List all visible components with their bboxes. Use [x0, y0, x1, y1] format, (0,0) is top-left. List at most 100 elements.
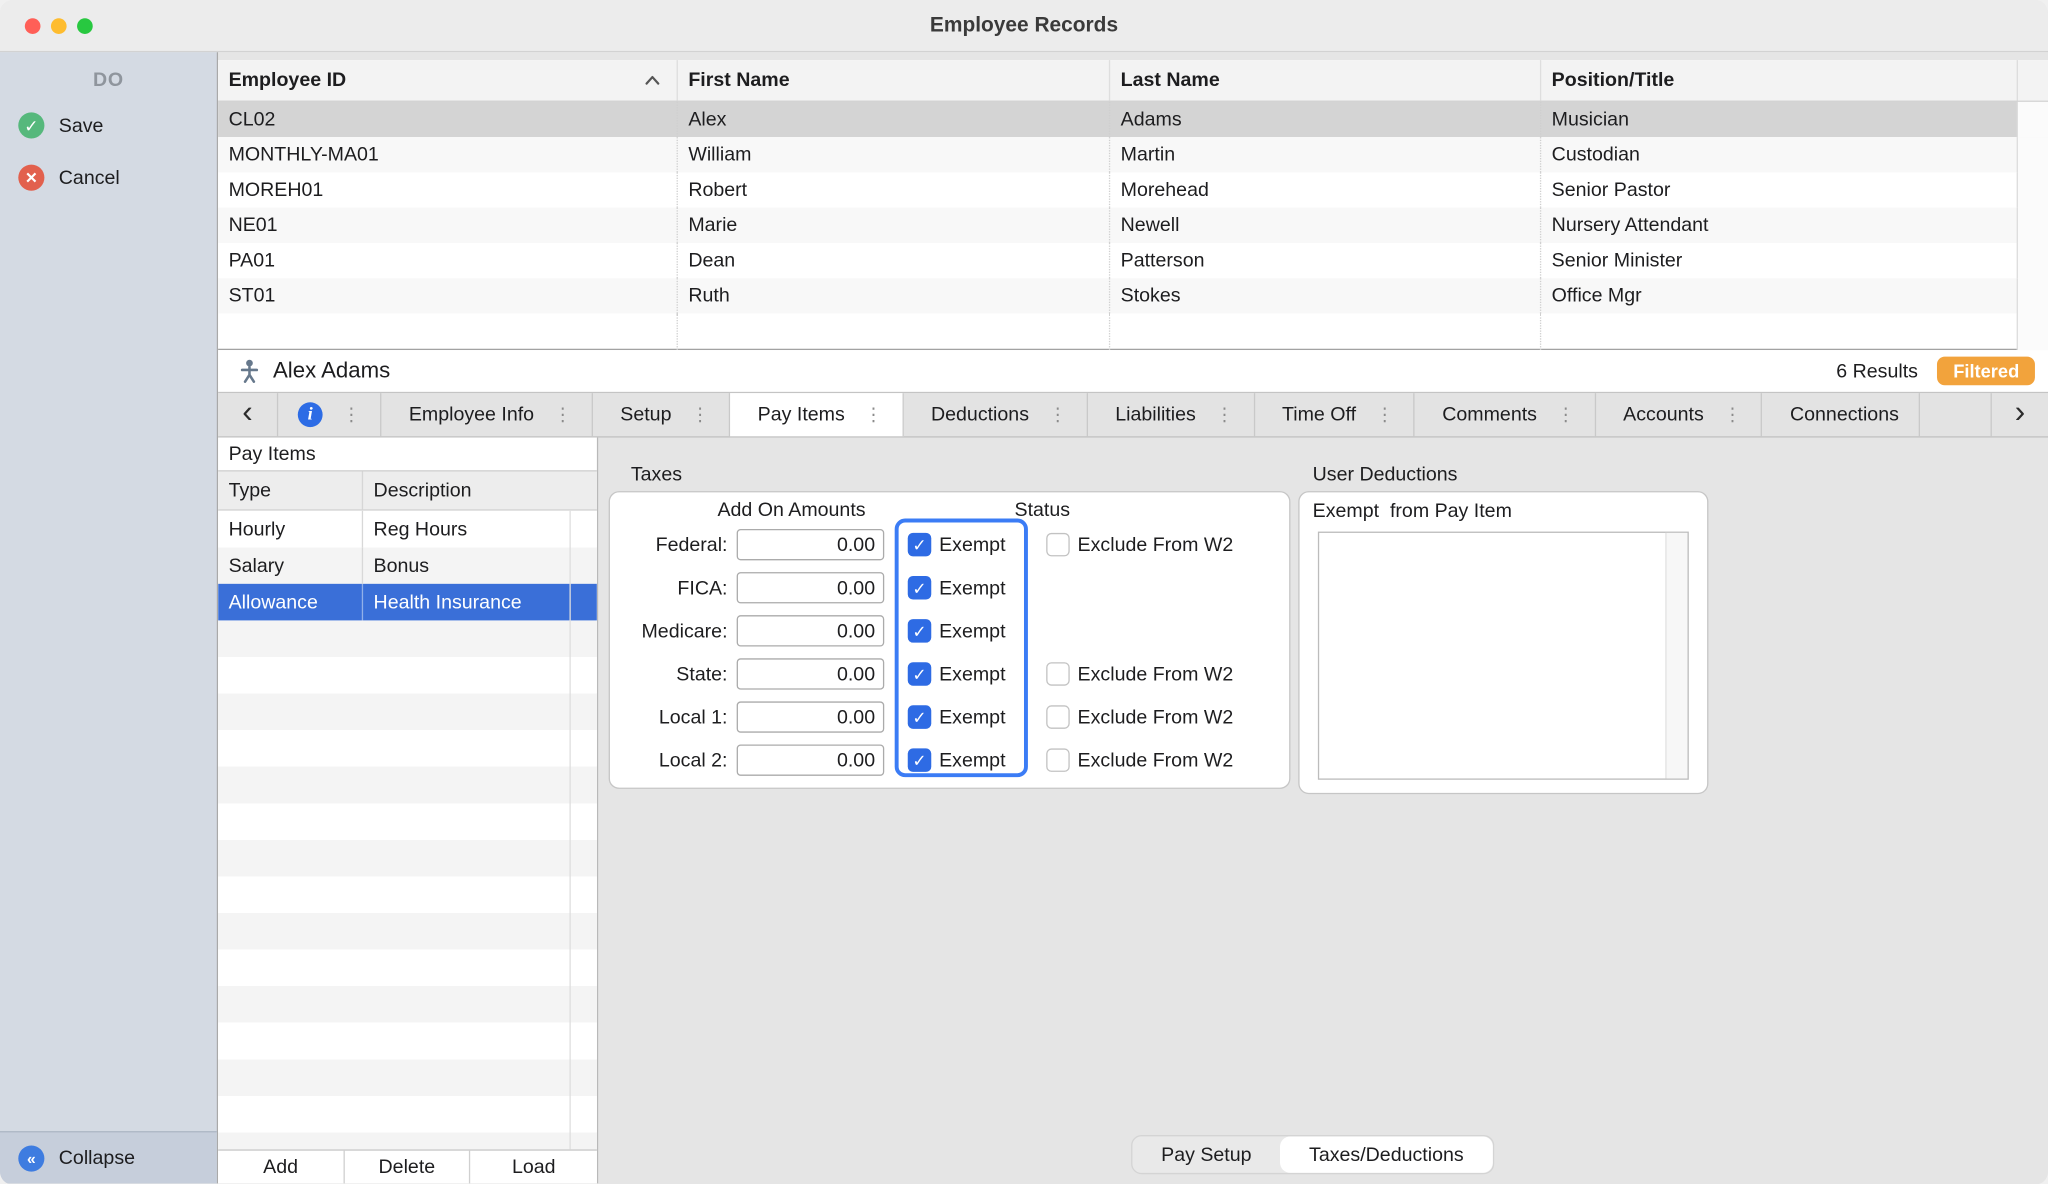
save-button[interactable]: ✓ Save [0, 99, 217, 151]
pay-items-buttons: Add Delete Load [218, 1149, 597, 1184]
minimize-window-button[interactable] [50, 17, 67, 34]
tab-menu-icon[interactable]: ⋮ [691, 404, 709, 426]
bottom-tab-switcher: Pay Setup Taxes/Deductions [1131, 1135, 1494, 1175]
exempt-label: Exempt [939, 534, 1006, 557]
tab-menu-icon[interactable]: ⋮ [554, 404, 572, 426]
tab-setup[interactable]: Setup ⋮ [593, 393, 731, 437]
window-title: Employee Records [929, 13, 1119, 36]
table-row[interactable]: MOREH01 Robert Morehead Senior Pastor [218, 172, 2048, 208]
tab-accounts[interactable]: Accounts ⋮ [1596, 393, 1763, 437]
x-circle-icon: × [18, 164, 45, 191]
cancel-button[interactable]: × Cancel [0, 152, 217, 204]
table-row[interactable]: ST01 Ruth Stokes Office Mgr [218, 278, 2048, 314]
column-header-first-name[interactable]: First Name [678, 60, 1111, 101]
local2-exclude-w2-checkbox[interactable] [1046, 748, 1070, 772]
load-button[interactable]: Load [471, 1151, 597, 1184]
column-header-description: Description [373, 479, 472, 502]
add-button[interactable]: Add [218, 1150, 345, 1184]
table-row[interactable]: NE01 Marie Newell Nursery Attendant [218, 207, 2048, 243]
federal-exempt-checkbox[interactable]: ✓ [907, 532, 932, 557]
tab-info[interactable]: i ⋮ [278, 393, 382, 437]
status-header: Status [1014, 498, 1071, 522]
tab-pay-setup[interactable]: Pay Setup [1132, 1136, 1280, 1173]
medicare-amount-input[interactable] [736, 615, 885, 647]
list-item[interactable]: Hourly Reg Hours [218, 510, 597, 548]
exclude-w2-label: Exclude From W2 [1077, 534, 1234, 557]
table-row[interactable]: CL02 Alex Adams Musician [218, 101, 2048, 138]
medicare-exempt-checkbox[interactable]: ✓ [907, 619, 932, 643]
tabs-scroll-right-button[interactable]: › [1990, 393, 2048, 437]
tab-menu-icon[interactable]: ⋮ [1557, 404, 1575, 426]
exclude-w2-label: Exclude From W2 [1077, 706, 1234, 729]
pay-items-panel: Pay Items Type Description Hourly Reg Ho… [218, 437, 599, 1184]
tab-menu-icon[interactable]: ⋮ [342, 404, 360, 426]
collapse-label: Collapse [58, 1146, 136, 1169]
federal-exclude-w2-checkbox[interactable] [1046, 532, 1070, 557]
selected-record-name: Alex Adams [272, 357, 391, 383]
tab-menu-icon[interactable]: ⋮ [1215, 404, 1233, 426]
federal-amount-input[interactable] [736, 528, 885, 561]
sort-ascending-icon [644, 74, 661, 86]
user-deductions-group-box: Exempt from Pay Item [1298, 491, 1709, 795]
results-count: 6 Results [1836, 359, 1918, 383]
tab-deductions[interactable]: Deductions ⋮ [904, 393, 1088, 437]
taxes-group-label: Taxes [630, 463, 683, 486]
tab-taxes-deductions[interactable]: Taxes/Deductions [1280, 1136, 1493, 1173]
local1-exempt-checkbox[interactable]: ✓ [907, 705, 932, 729]
save-button-label: Save [58, 114, 104, 137]
delete-button[interactable]: Delete [344, 1150, 471, 1184]
column-header-position-title[interactable]: Position/Title [1541, 60, 2018, 101]
tax-row-state: State: ✓ Exempt Exclude From W2 [610, 658, 1289, 701]
filtered-badge[interactable]: Filtered [1937, 356, 2035, 386]
local1-amount-input[interactable] [736, 701, 885, 733]
tax-rows: Federal: ✓ Exempt Exclude From W2 FICA: … [610, 528, 1289, 788]
exempt-from-pay-item-label: Exempt from Pay Item [1312, 500, 1512, 523]
local2-amount-input[interactable] [736, 744, 885, 776]
close-window-button[interactable] [24, 17, 41, 34]
tax-row-local1: Local 1: ✓ Exempt Exclude From W2 [610, 701, 1289, 744]
list-item-selected[interactable]: Allowance Health Insurance [218, 583, 597, 621]
table-row[interactable]: PA01 Dean Patterson Senior Minister [218, 242, 2048, 279]
tax-row-medicare: Medicare: ✓ Exempt [610, 615, 1289, 658]
exempt-label: Exempt [939, 620, 1006, 643]
tab-connections[interactable]: Connections [1763, 393, 1920, 437]
column-header-employee-id[interactable]: Employee ID [218, 60, 678, 101]
sidebar-header: DO [93, 69, 124, 92]
add-on-amounts-header: Add On Amounts [717, 498, 866, 522]
state-exempt-checkbox[interactable]: ✓ [907, 662, 932, 686]
tab-employee-info[interactable]: Employee Info ⋮ [381, 393, 593, 437]
tab-time-off[interactable]: Time Off ⋮ [1255, 393, 1415, 437]
main-area: Employee ID First Name Last Name Positio… [218, 52, 2048, 1184]
local1-exclude-w2-checkbox[interactable] [1046, 705, 1070, 729]
state-exclude-w2-checkbox[interactable] [1046, 662, 1070, 686]
tax-row-local2: Local 2: ✓ Exempt Exclude From W2 [610, 744, 1289, 787]
record-bar: Alex Adams 6 Results Filtered [218, 350, 2048, 394]
tab-menu-icon[interactable]: ⋮ [1049, 404, 1067, 426]
tab-menu-icon[interactable]: ⋮ [1376, 404, 1394, 426]
person-icon [238, 358, 262, 384]
tabs-scroll-left-button[interactable]: ‹ [218, 393, 279, 437]
tab-liabilities[interactable]: Liabilities ⋮ [1088, 393, 1255, 437]
listbox-scrollbar-track[interactable] [1665, 532, 1688, 779]
tab-pay-items[interactable]: Pay Items ⋮ [730, 393, 904, 437]
tax-row-fica: FICA: ✓ Exempt [610, 572, 1289, 615]
employee-table-body: CL02 Alex Adams Musician MONTHLY-MA01 Wi… [218, 101, 2048, 351]
zoom-window-button[interactable] [77, 17, 93, 34]
check-circle-icon: ✓ [18, 112, 45, 139]
tab-bar: ‹ i ⋮ Employee Info ⋮ Setup ⋮ Pay Items … [218, 393, 2048, 438]
fica-exempt-checkbox[interactable]: ✓ [907, 575, 932, 600]
fica-amount-input[interactable] [736, 572, 885, 604]
collapse-sidebar-button[interactable]: « Collapse [0, 1131, 217, 1184]
table-scrollbar-track[interactable] [2017, 101, 2048, 138]
table-row[interactable]: MONTHLY-MA01 William Martin Custodian [218, 137, 2048, 173]
list-item[interactable]: Salary Bonus [218, 547, 597, 584]
taxes-group-box: Add On Amounts Status Federal: ✓ Exempt … [608, 491, 1291, 789]
tab-menu-icon[interactable]: ⋮ [1723, 404, 1741, 426]
exclude-w2-label: Exclude From W2 [1077, 663, 1234, 686]
tab-menu-icon[interactable]: ⋮ [864, 404, 882, 426]
tab-comments[interactable]: Comments ⋮ [1415, 393, 1596, 437]
exempt-from-pay-item-listbox[interactable] [1317, 531, 1689, 780]
column-header-last-name[interactable]: Last Name [1110, 60, 1542, 101]
state-amount-input[interactable] [736, 658, 885, 690]
local2-exempt-checkbox[interactable]: ✓ [907, 748, 932, 772]
